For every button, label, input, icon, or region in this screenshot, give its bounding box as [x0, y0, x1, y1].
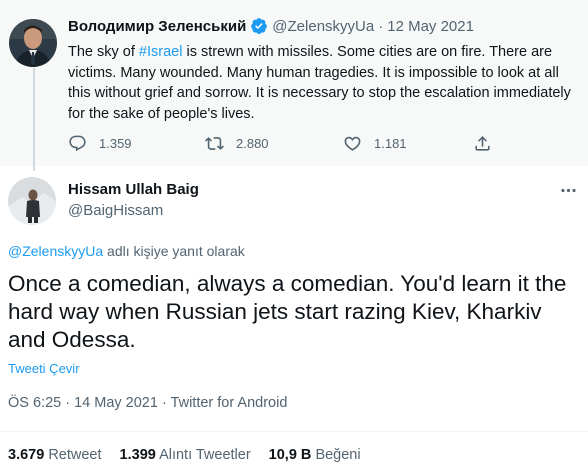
quote-tweet-stat[interactable]: 1.399 Alıntı Tweetler	[120, 447, 251, 463]
more-options-icon	[560, 188, 576, 192]
reply-count: 1.359	[99, 136, 132, 151]
tweet-stats: 3.679 Retweet 1.399 Alıntı Tweetler 10,9…	[8, 447, 379, 463]
author-name[interactable]: Володимир Зеленський	[68, 18, 246, 35]
translate-tweet-link[interactable]: Tweeti Çevir	[8, 361, 80, 376]
meta-separator: ·	[378, 17, 384, 35]
author-handle[interactable]: @ZelenskyyUa	[272, 18, 374, 35]
tweet-text-start: The sky of	[68, 44, 139, 60]
retweet-count: 2.880	[236, 136, 269, 151]
stat-label: Retweet	[48, 447, 102, 463]
parent-tweet[interactable]: Володимир Зеленський @ZelenskyyUa · 12 M…	[0, 0, 588, 171]
tweet-text: Once a comedian, always a comedian. You'…	[8, 271, 567, 352]
parent-tweet-header: Володимир Зеленський @ZelenskyyUa · 12 M…	[68, 17, 474, 35]
stat-label: Alıntı Tweetler	[159, 447, 251, 463]
retweet-button[interactable]: 2.880	[205, 134, 269, 153]
retweet-icon	[205, 137, 224, 150]
stat-value: 3.679	[8, 447, 45, 463]
stat-label: Beğeni	[315, 447, 361, 463]
tweet-timestamp[interactable]: ÖS 6:25 · 14 May 2021 · Twitter for Andr…	[8, 395, 287, 411]
like-stat[interactable]: 10,9 B Beğeni	[269, 447, 361, 463]
replying-to: @ZelenskyyUa adlı kişiye yanıt olarak	[8, 243, 245, 259]
divider	[0, 431, 588, 432]
avatar[interactable]	[8, 177, 56, 225]
author-name[interactable]: Hissam Ullah Baig	[68, 181, 199, 198]
retweet-stat[interactable]: 3.679 Retweet	[8, 447, 102, 463]
tweet-actions: 1.359 2.880 1.181	[68, 134, 508, 156]
thread-connector-line	[33, 68, 35, 171]
like-button[interactable]: 1.181	[343, 134, 407, 153]
mention-link[interactable]: @ZelenskyyUa	[8, 243, 103, 259]
stat-value: 1.399	[119, 447, 156, 463]
author-handle[interactable]: @BaigHissam	[68, 202, 163, 219]
like-count: 1.181	[374, 136, 407, 151]
share-button[interactable]	[473, 134, 504, 153]
stat-value: 10,9 B	[268, 447, 312, 463]
tweet-date[interactable]: 12 May 2021	[387, 18, 474, 35]
hashtag-link[interactable]: #Israel	[139, 44, 183, 60]
like-icon	[344, 136, 361, 151]
avatar[interactable]	[9, 19, 57, 67]
parent-tweet-text: The sky of #Israel is strewn with missil…	[68, 42, 583, 124]
verified-badge-icon	[250, 17, 268, 35]
reply-icon	[69, 135, 86, 152]
more-options-button[interactable]	[556, 178, 580, 202]
share-icon	[475, 136, 490, 151]
reply-button[interactable]: 1.359	[68, 134, 132, 153]
replying-to-label: adlı kişiye yanıt olarak	[103, 243, 245, 259]
